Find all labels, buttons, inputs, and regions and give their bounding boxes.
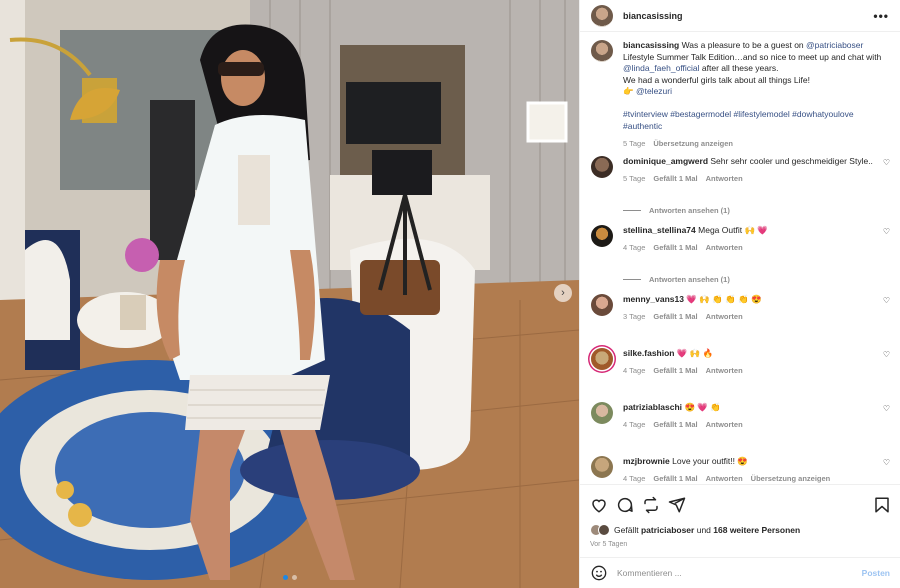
reply-button[interactable]: Antworten [706, 242, 743, 254]
comment-likes[interactable]: Gefällt 1 Mal [653, 311, 697, 323]
commenter-avatar[interactable] [591, 155, 613, 178]
add-comment-bar: Posten [580, 557, 900, 588]
caption-avatar[interactable] [591, 40, 613, 62]
comment-list: dominique_amgwerd Sehr sehr cooler und g… [580, 155, 900, 485]
comment-time: 4 Tage [623, 243, 646, 252]
caption-text: Was a pleasure to be a guest on [681, 40, 804, 50]
commenter-username[interactable]: silke.fashion [623, 348, 675, 358]
post-image [0, 0, 579, 588]
carousel-indicator [0, 575, 579, 580]
more-horizontal-icon[interactable]: ••• [873, 9, 889, 23]
comment-time: 4 Tage [623, 420, 646, 429]
comment-text: 💗 🙌 🔥 [676, 347, 714, 358]
commenter-avatar[interactable] [591, 401, 613, 424]
action-bar: Gefällt patriciaboser und 168 weitere Pe… [580, 484, 900, 548]
comment-time: 3 Tage [623, 312, 646, 321]
carousel-dot-active [282, 575, 288, 580]
heart-icon[interactable] [590, 496, 608, 514]
carousel-dot [291, 575, 297, 580]
bookmark-icon[interactable] [873, 496, 891, 514]
comment-text: 😍 💗 👏 [684, 401, 721, 412]
comment-likes[interactable]: Gefällt 1 Mal [653, 242, 697, 254]
comment-item: mzjbrownie Love your outfit!! 😍 4 Tage Gef… [580, 455, 900, 485]
caption-meta: 5 Tage Übersetzung anzeigen [623, 138, 890, 150]
caption-text: after all these years. [701, 63, 779, 73]
author-avatar[interactable] [591, 4, 613, 27]
commenter-username[interactable]: dominique_amgwerd [623, 156, 708, 166]
likes-middle: und [696, 525, 711, 535]
reply-button[interactable]: Antworten [706, 473, 743, 484]
caption-time: 5 Tage [623, 139, 646, 148]
mention-link[interactable]: @linda_faeh_official [623, 63, 700, 73]
comment-icon[interactable] [616, 496, 634, 514]
comment-like-heart-icon[interactable]: ♡ [880, 227, 890, 269]
commenter-avatar[interactable] [591, 347, 613, 370]
comment-like-heart-icon[interactable]: ♡ [880, 350, 890, 392]
commenter-username[interactable]: menny_vans13 [623, 294, 684, 304]
comment-likes[interactable]: Gefällt 1 Mal [653, 473, 697, 484]
caption-text: Lifestyle Summer Talk Edition…and so nic… [623, 51, 882, 62]
comment-like-heart-icon[interactable]: ♡ [880, 458, 890, 485]
caption-text: We had a wonderful girls talk about all … [623, 74, 810, 85]
comment-likes[interactable]: Gefällt 1 Mal [653, 365, 697, 377]
comment-item: dominique_amgwerd Sehr sehr cooler und g… [580, 155, 900, 200]
hashtags[interactable]: #tvinterview #bestagermodel #lifestylemo… [623, 109, 854, 131]
commenter-avatar[interactable] [591, 224, 613, 247]
liker-username[interactable]: patriciaboser [641, 525, 694, 535]
view-replies-label: Antworten ansehen (1) [649, 274, 730, 284]
reply-button[interactable]: Antworten [706, 419, 743, 431]
view-replies-label: Antworten ansehen (1) [649, 205, 730, 215]
share-icon[interactable] [668, 496, 686, 514]
reply-button[interactable]: Antworten [706, 365, 743, 377]
mention-link[interactable]: @telezuri [636, 86, 672, 96]
commenter-avatar[interactable] [591, 293, 613, 316]
comment-text: Mega Outfit 🙌 💗 [698, 224, 768, 235]
author-username[interactable]: biancasissing [623, 11, 873, 21]
comments-scroll-area[interactable]: biancasissing Was a pleasure to be a gue… [580, 40, 900, 484]
post-photo[interactable]: › [0, 0, 579, 588]
likes-prefix: Gefällt [614, 525, 639, 535]
pointing-hand-emoji: 👉 [623, 86, 634, 96]
mention-link[interactable]: @patriciaboser [806, 40, 863, 50]
comment-likes[interactable]: Gefällt 1 Mal [653, 419, 697, 431]
commenter-username[interactable]: stellina_stellina74 [623, 225, 696, 235]
liker-avatar [598, 524, 610, 536]
post-header: biancasissing ••• [580, 0, 900, 32]
comment-time: 4 Tage [623, 366, 646, 375]
commenter-username[interactable]: mzjbrownie [623, 456, 670, 466]
comment-item: patriziablaschi 😍 💗 👏 4 Tage Gefällt 1 Mal… [580, 401, 900, 446]
commenter-username[interactable]: patriziablaschi [623, 402, 682, 412]
comment-time: 5 Tage [623, 174, 646, 183]
reply-button[interactable]: Antworten [706, 311, 743, 323]
comment-like-heart-icon[interactable]: ♡ [880, 296, 890, 338]
emoji-icon[interactable] [591, 565, 607, 581]
next-slide-button[interactable]: › [554, 284, 572, 302]
view-replies-button[interactable]: Antworten ansehen (1) [580, 275, 900, 284]
comment-item: menny_vans13 💗 🙌 👏 👏 👏 😍 3 Tage Gefällt 1 … [580, 293, 900, 338]
caption: biancasissing Was a pleasure to be a gue… [580, 40, 900, 150]
comment-likes[interactable]: Gefällt 1 Mal [653, 173, 697, 185]
likes-summary[interactable]: Gefällt patriciaboser und 168 weitere Pe… [590, 524, 891, 536]
post-date: Vor 5 Tagen [590, 541, 628, 548]
comment-text: 💗 🙌 👏 👏 👏 😍 [686, 293, 762, 304]
comment-item: stellina_stellina74 Mega Outfit 🙌 💗 4 Tag… [580, 224, 900, 269]
post-comment-button[interactable]: Posten [862, 568, 890, 578]
comment-text: Sehr sehr cooler und geschmeidiger Style… [710, 155, 873, 166]
caption-username[interactable]: biancasissing [623, 40, 679, 50]
translate-link[interactable]: Übersetzung anzeigen [751, 473, 831, 484]
comment-like-heart-icon[interactable]: ♡ [880, 158, 890, 200]
likes-others[interactable]: 168 weitere Personen [713, 525, 800, 535]
repost-icon[interactable] [642, 496, 660, 514]
comment-time: 4 Tage [623, 474, 646, 483]
comment-like-heart-icon[interactable]: ♡ [880, 404, 890, 446]
reply-button[interactable]: Antworten [706, 173, 743, 185]
comment-text: Love your outfit!! 😍 [672, 455, 748, 466]
post-panel: biancasissing ••• biancasissing Was a pl… [579, 0, 900, 588]
translate-link[interactable]: Übersetzung anzeigen [653, 138, 733, 150]
comment-item: silke.fashion 💗 🙌 🔥 4 Tage Gefällt 1 Mal An… [580, 347, 900, 392]
view-replies-button[interactable]: Antworten ansehen (1) [580, 206, 900, 215]
commenter-avatar[interactable] [591, 455, 613, 478]
comment-input[interactable] [617, 568, 862, 578]
